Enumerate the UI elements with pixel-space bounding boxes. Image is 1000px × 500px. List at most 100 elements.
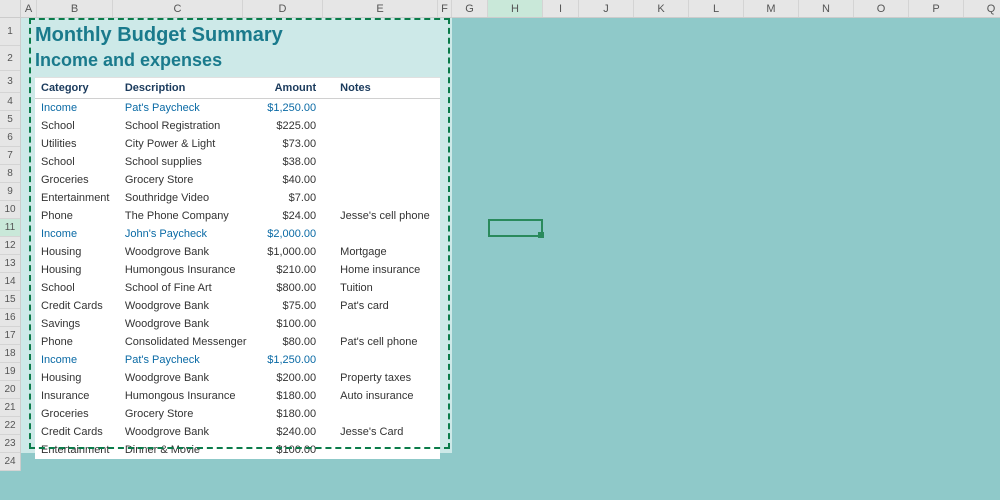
cell-desc[interactable]: Pat's Paycheck xyxy=(119,99,258,118)
cell-desc[interactable]: Dinner & Movie xyxy=(119,441,258,459)
row-header-10[interactable]: 10 xyxy=(0,201,20,219)
cell-amount[interactable]: $1,250.00 xyxy=(258,99,334,118)
cell-notes[interactable] xyxy=(334,99,440,118)
cell-desc[interactable]: The Phone Company xyxy=(119,207,258,225)
header-amount[interactable]: Amount xyxy=(258,78,334,99)
column-header-C[interactable]: C xyxy=(113,0,243,17)
row-header-1[interactable]: 1 xyxy=(0,18,20,46)
cell-amount[interactable]: $1,250.00 xyxy=(258,351,334,369)
cell-notes[interactable]: Jesse's cell phone xyxy=(334,207,440,225)
column-header-I[interactable]: I xyxy=(543,0,579,17)
cell-notes[interactable] xyxy=(334,405,440,423)
cell-amount[interactable]: $75.00 xyxy=(258,297,334,315)
cell-notes[interactable]: Home insurance xyxy=(334,261,440,279)
cell-notes[interactable] xyxy=(334,189,440,207)
header-description[interactable]: Description xyxy=(119,78,258,99)
row-header-3[interactable]: 3 xyxy=(0,71,20,93)
cell-amount[interactable]: $180.00 xyxy=(258,405,334,423)
column-header-G[interactable]: G xyxy=(452,0,488,17)
column-header-J[interactable]: J xyxy=(579,0,634,17)
cell-cat[interactable]: Entertainment xyxy=(35,441,119,459)
cell-cat[interactable]: Income xyxy=(35,351,119,369)
table-row[interactable]: SavingsWoodgrove Bank$100.00 xyxy=(35,315,440,333)
row-header-12[interactable]: 12 xyxy=(0,237,20,255)
cell-cat[interactable]: Savings xyxy=(35,315,119,333)
cell-cat[interactable]: Housing xyxy=(35,369,119,387)
select-all-corner[interactable] xyxy=(0,0,21,17)
cell-cat[interactable]: Entertainment xyxy=(35,189,119,207)
fill-handle[interactable] xyxy=(538,232,544,238)
column-header-P[interactable]: P xyxy=(909,0,964,17)
header-notes[interactable]: Notes xyxy=(334,78,440,99)
cell-cat[interactable]: Utilities xyxy=(35,135,119,153)
cell-notes[interactable]: Auto insurance xyxy=(334,387,440,405)
column-header-E[interactable]: E xyxy=(323,0,438,17)
table-row[interactable]: GroceriesGrocery Store$40.00 xyxy=(35,171,440,189)
cell-desc[interactable]: Woodgrove Bank xyxy=(119,297,258,315)
table-row[interactable]: HousingWoodgrove Bank$1,000.00Mortgage xyxy=(35,243,440,261)
cell-cat[interactable]: Housing xyxy=(35,243,119,261)
table-row[interactable]: Credit CardsWoodgrove Bank$240.00Jesse's… xyxy=(35,423,440,441)
cell-cat[interactable]: Income xyxy=(35,99,119,118)
table-row[interactable]: InsuranceHumongous Insurance$180.00Auto … xyxy=(35,387,440,405)
cell-cat[interactable]: School xyxy=(35,153,119,171)
cell-amount[interactable]: $1,000.00 xyxy=(258,243,334,261)
row-header-15[interactable]: 15 xyxy=(0,291,20,309)
table-row[interactable]: SchoolSchool Registration$225.00 xyxy=(35,117,440,135)
table-row[interactable]: EntertainmentDinner & Movie$100.00 xyxy=(35,441,440,459)
table-row[interactable]: PhoneConsolidated Messenger$80.00Pat's c… xyxy=(35,333,440,351)
cell-desc[interactable]: Consolidated Messenger xyxy=(119,333,258,351)
table-row[interactable]: SchoolSchool of Fine Art$800.00Tuition xyxy=(35,279,440,297)
row-header-23[interactable]: 23 xyxy=(0,435,20,453)
row-header-4[interactable]: 4 xyxy=(0,93,20,111)
column-header-N[interactable]: N xyxy=(799,0,854,17)
cell-amount[interactable]: $100.00 xyxy=(258,315,334,333)
cell-desc[interactable]: Humongous Insurance xyxy=(119,261,258,279)
cell-notes[interactable] xyxy=(334,117,440,135)
worksheet-grid[interactable]: Monthly Budget Summary Income and expens… xyxy=(21,18,1000,500)
cell-desc[interactable]: Woodgrove Bank xyxy=(119,315,258,333)
cell-amount[interactable]: $180.00 xyxy=(258,387,334,405)
cell-amount[interactable]: $80.00 xyxy=(258,333,334,351)
cell-desc[interactable]: School Registration xyxy=(119,117,258,135)
cell-desc[interactable]: Pat's Paycheck xyxy=(119,351,258,369)
column-header-O[interactable]: O xyxy=(854,0,909,17)
cell-amount[interactable]: $7.00 xyxy=(258,189,334,207)
table-row[interactable]: GroceriesGrocery Store$180.00 xyxy=(35,405,440,423)
cell-cat[interactable]: School xyxy=(35,117,119,135)
cell-notes[interactable] xyxy=(334,135,440,153)
cell-amount[interactable]: $73.00 xyxy=(258,135,334,153)
row-header-16[interactable]: 16 xyxy=(0,309,20,327)
table-row[interactable]: Credit CardsWoodgrove Bank$75.00Pat's ca… xyxy=(35,297,440,315)
table-row[interactable]: EntertainmentSouthridge Video$7.00 xyxy=(35,189,440,207)
table-row[interactable]: SchoolSchool supplies$38.00 xyxy=(35,153,440,171)
cell-notes[interactable] xyxy=(334,441,440,459)
cell-notes[interactable]: Property taxes xyxy=(334,369,440,387)
cell-notes[interactable]: Mortgage xyxy=(334,243,440,261)
column-header-F[interactable]: F xyxy=(438,0,452,17)
column-header-L[interactable]: L xyxy=(689,0,744,17)
table-row[interactable]: HousingWoodgrove Bank$200.00Property tax… xyxy=(35,369,440,387)
cell-cat[interactable]: Income xyxy=(35,225,119,243)
row-header-17[interactable]: 17 xyxy=(0,327,20,345)
cell-desc[interactable]: John's Paycheck xyxy=(119,225,258,243)
cell-cat[interactable]: Credit Cards xyxy=(35,297,119,315)
cell-notes[interactable] xyxy=(334,225,440,243)
cell-cat[interactable]: Phone xyxy=(35,333,119,351)
table-row[interactable]: PhoneThe Phone Company$24.00Jesse's cell… xyxy=(35,207,440,225)
cell-amount[interactable]: $800.00 xyxy=(258,279,334,297)
cell-cat[interactable]: Groceries xyxy=(35,405,119,423)
row-header-6[interactable]: 6 xyxy=(0,129,20,147)
header-category[interactable]: Category xyxy=(35,78,119,99)
row-header-22[interactable]: 22 xyxy=(0,417,20,435)
row-header-8[interactable]: 8 xyxy=(0,165,20,183)
cell-cat[interactable]: Housing xyxy=(35,261,119,279)
cell-notes[interactable] xyxy=(334,315,440,333)
row-header-18[interactable]: 18 xyxy=(0,345,20,363)
column-header-D[interactable]: D xyxy=(243,0,323,17)
cell-desc[interactable]: School supplies xyxy=(119,153,258,171)
column-header-K[interactable]: K xyxy=(634,0,689,17)
row-header-20[interactable]: 20 xyxy=(0,381,20,399)
column-header-M[interactable]: M xyxy=(744,0,799,17)
cell-notes[interactable]: Pat's cell phone xyxy=(334,333,440,351)
